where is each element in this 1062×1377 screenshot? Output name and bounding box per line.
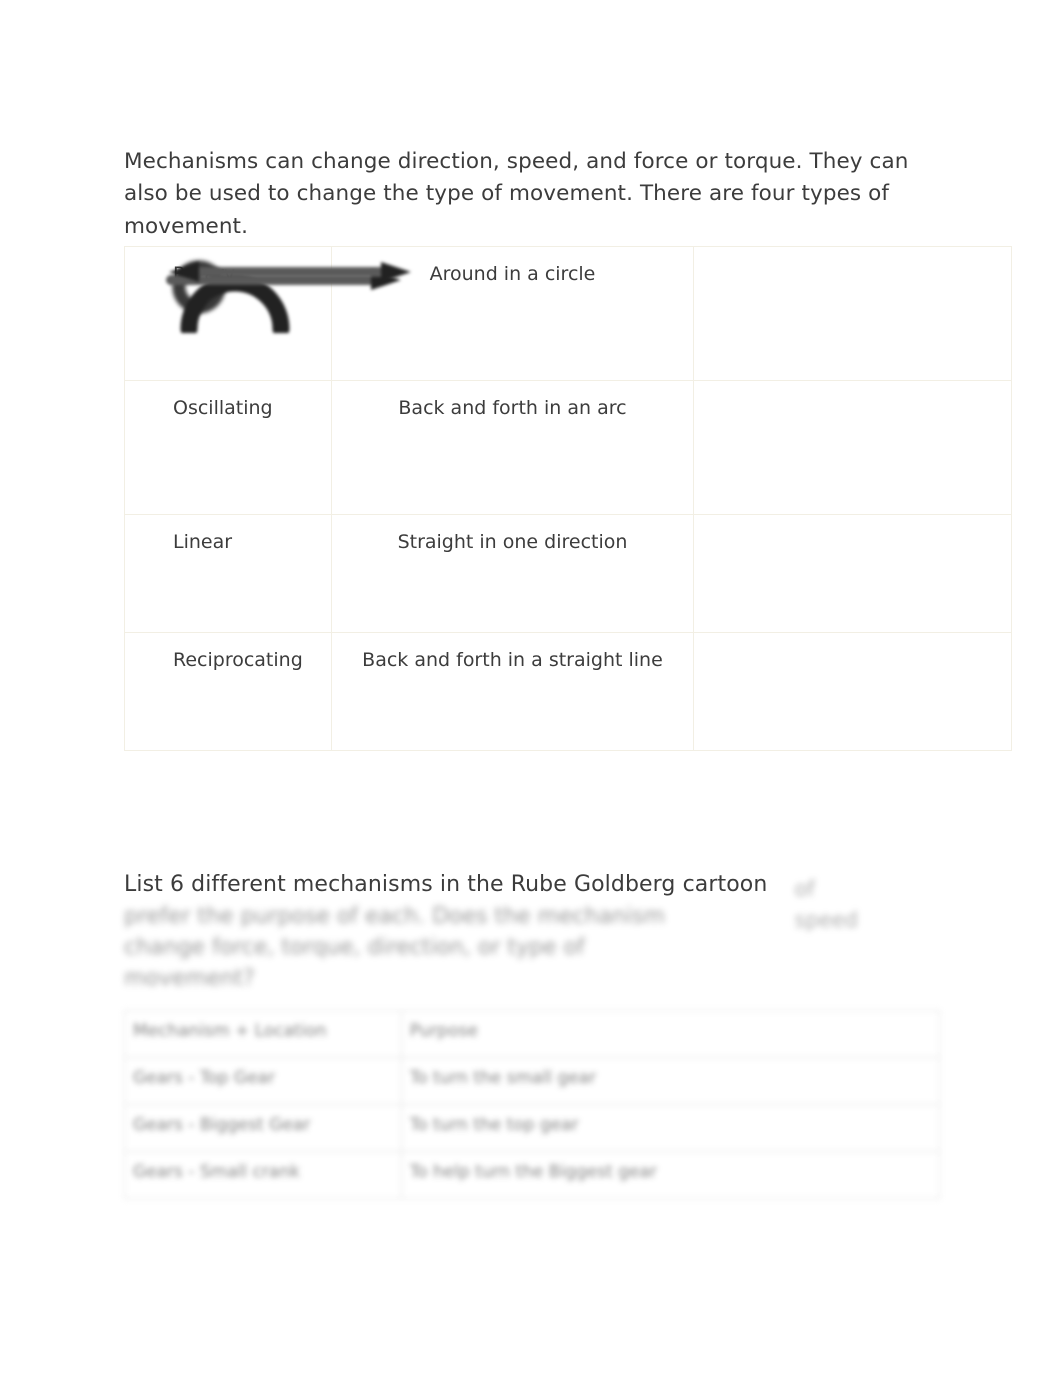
purpose-cell[interactable]: To help turn the Biggest gear xyxy=(400,1151,941,1199)
movement-description-cell: Back and forth in a straight line xyxy=(330,632,695,751)
movement-icon-cell xyxy=(168,261,1012,751)
movement-type-cell: Reciprocating xyxy=(124,632,332,751)
movement-description-label: Back and forth in a straight line xyxy=(362,649,663,671)
double-arrow-icon xyxy=(165,259,415,289)
question-heading-block: List 6 different mechanisms in the Rube … xyxy=(124,870,954,994)
table-header-row: Mechanism + Location Purpose xyxy=(124,1010,941,1058)
movement-type-label: Oscillating xyxy=(173,397,273,419)
movement-description-cell: Back and forth in an arc xyxy=(330,380,695,515)
movement-type-label: Reciprocating xyxy=(173,649,303,671)
movement-type-cell: Oscillating xyxy=(124,380,332,515)
mechanism-cell[interactable]: Gears - Small crank xyxy=(124,1151,402,1199)
intro-paragraph: Mechanisms can change direction, speed, … xyxy=(124,148,909,239)
question-heading-right-fragments: of speed xyxy=(795,874,858,936)
mechanism-cell[interactable]: Gears - Biggest Gear xyxy=(124,1104,402,1152)
column-header-mechanism: Mechanism + Location xyxy=(124,1010,402,1058)
table-row: Reciprocating Back and forth in a straig… xyxy=(124,261,1012,751)
table-row[interactable]: Gears - Top Gear To turn the small gear xyxy=(124,1057,941,1105)
heading-fragment-two: speed xyxy=(794,908,858,932)
movement-icon-cell xyxy=(171,246,1012,381)
table-row: Linear Straight in one direction xyxy=(124,269,1012,633)
mechanisms-table: Mechanism + Location Purpose Gears - Top… xyxy=(124,1010,941,1199)
purpose-cell[interactable]: To turn the top gear xyxy=(400,1104,941,1152)
movement-type-label: Linear xyxy=(173,531,233,553)
purpose-cell[interactable]: To turn the small gear xyxy=(400,1057,941,1105)
movement-icon-cell xyxy=(165,269,1012,633)
movement-type-cell: Linear xyxy=(124,514,332,633)
document-page: Mechanisms can change direction, speed, … xyxy=(0,0,1062,1377)
mechanisms-table-wrapper: Mechanism + Location Purpose Gears - Top… xyxy=(124,1010,941,1199)
movement-types-table: Rotary Around in a circle Oscilla xyxy=(124,246,1012,751)
table-row[interactable]: Gears - Small crank To help turn the Big… xyxy=(124,1151,941,1199)
question-heading-continued: prefer the purpose of each. Does the mec… xyxy=(124,904,666,991)
movement-description-label: Back and forth in an arc xyxy=(398,397,627,419)
heading-fragment-one: of xyxy=(794,877,815,901)
movement-description-label: Straight in one direction xyxy=(397,531,628,553)
movement-description-cell: Straight in one direction xyxy=(330,514,695,633)
mechanism-cell[interactable]: Gears - Top Gear xyxy=(124,1057,402,1105)
movement-icon-cell xyxy=(180,274,1012,515)
table-row: Oscillating Back and forth in an arc xyxy=(124,274,1012,515)
table-row[interactable]: Gears - Biggest Gear To turn the top gea… xyxy=(124,1104,941,1152)
column-header-purpose: Purpose xyxy=(400,1010,941,1058)
